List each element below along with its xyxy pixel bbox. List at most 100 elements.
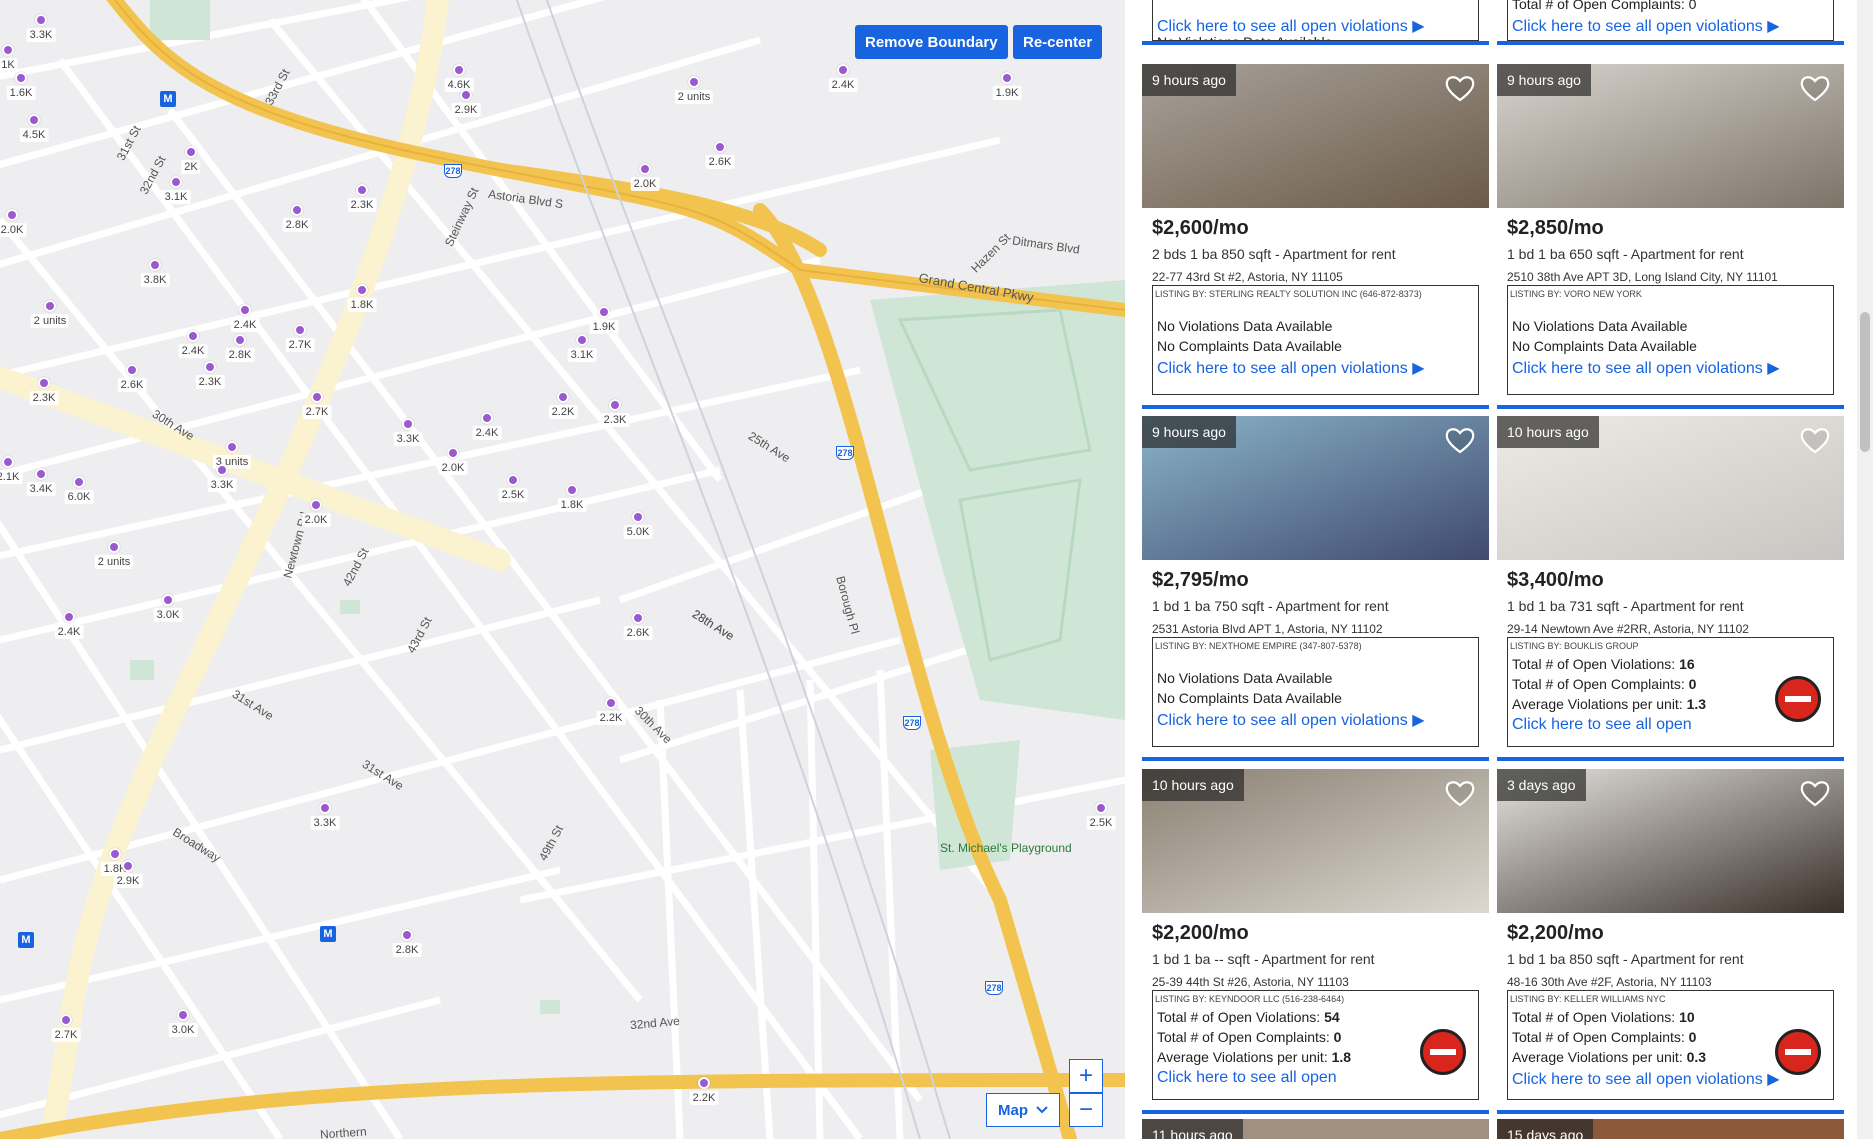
listing-card[interactable]: 10 hours ago $3,400/mo 1 bd 1 ba 731 sqf… [1497,416,1844,761]
listing-photo[interactable]: 10 hours ago [1142,769,1489,913]
map-pin[interactable] [356,284,368,296]
violations-link[interactable]: Click here to see all open violations ▶ [1153,708,1478,732]
listing-card-partial[interactable]: Total # of Open Complaints: 0 Click here… [1497,0,1844,45]
map-pin[interactable] [319,802,331,814]
map-pin[interactable] [108,541,120,553]
heart-icon[interactable] [1800,426,1830,454]
map-pin[interactable] [576,334,588,346]
map-pin[interactable] [149,259,161,271]
map-pin[interactable] [294,324,306,336]
listing-photo[interactable]: 9 hours ago [1497,64,1844,208]
remove-boundary-button[interactable]: Remove Boundary [855,25,1008,59]
map-pin-price[interactable]: 2.9K [451,103,481,117]
map-pin-price[interactable]: 2.7K [285,338,315,352]
listing-photo[interactable]: 9 hours ago [1142,416,1489,560]
map-pin-price[interactable]: 2.0K [438,461,468,475]
map-pin-price[interactable]: 2.2K [596,711,626,725]
map-pin[interactable] [15,72,27,84]
listings-panel[interactable]: Click here to see all open violations ▶ … [1125,0,1873,1139]
map-pin-price[interactable]: 3.3K [310,816,340,830]
violations-link[interactable]: Click here to see all open violations ▶ [1153,356,1478,380]
heart-icon[interactable] [1800,74,1830,102]
map-pin[interactable] [698,1077,710,1089]
map-pin[interactable] [226,441,238,453]
map-pin-price[interactable]: 2.5K [498,488,528,502]
map-pin-price[interactable]: 2.3K [195,375,225,389]
map-pin-price[interactable]: 2.4K [54,625,84,639]
listing-photo[interactable]: 9 hours ago [1142,64,1489,208]
listing-address[interactable]: 22-77 43rd St #2, Astoria, NY 11105 [1152,270,1343,284]
map-pin-price[interactable]: 3.3K [393,432,423,446]
listing-price[interactable]: $2,850/mo [1507,217,1604,240]
map-pin[interactable] [402,418,414,430]
map-pin-price[interactable]: 2.4K [230,318,260,332]
map-pin[interactable] [609,399,621,411]
map-pin[interactable] [311,391,323,403]
listing-card[interactable]: 10 hours ago $2,200/mo 1 bd 1 ba -- sqft… [1142,769,1489,1114]
map-pin-price[interactable]: 2.0K [0,223,27,237]
map-pin[interactable] [401,929,413,941]
map-pin-price[interactable]: 1K [0,58,18,72]
map-pin[interactable] [60,1014,72,1026]
map-pin[interactable] [6,209,18,221]
map-pin-price[interactable]: 6.0K [64,490,94,504]
map-pin-price[interactable]: 3.0K [168,1023,198,1037]
heart-icon[interactable] [1445,426,1475,454]
listing-card[interactable]: 3 days ago $2,200/mo 1 bd 1 ba 850 sqft … [1497,769,1844,1114]
map-pin-price[interactable]: 2 units [94,555,134,569]
map-pin-price[interactable]: 2.8K [225,348,255,362]
violations-link[interactable]: Click here to see all open violations ▶ [1508,356,1833,380]
subway-icon[interactable]: M [160,91,176,107]
map-pin[interactable] [557,391,569,403]
map-pin[interactable] [356,184,368,196]
listing-photo[interactable]: 10 hours ago [1497,416,1844,560]
zoom-in-button[interactable]: + [1069,1059,1103,1093]
listing-card-partial[interactable]: 11 hours ago [1142,1119,1489,1139]
map-pin[interactable] [239,304,251,316]
map-pin[interactable] [453,64,465,76]
map-pin-price[interactable]: 2.7K [302,405,332,419]
map-pin[interactable] [447,447,459,459]
map-pin[interactable] [2,456,14,468]
map-pin[interactable] [109,848,121,860]
map-pin[interactable] [177,1009,189,1021]
map-pin-price[interactable]: 2.5K [1086,816,1116,830]
map-pin[interactable] [310,499,322,511]
map-pin[interactable] [632,612,644,624]
listing-address[interactable]: 29-14 Newtown Ave #2RR, Astoria, NY 1110… [1507,622,1749,636]
map-pin-price[interactable]: 2.2K [689,1091,719,1105]
map-pin-price[interactable]: 2.1K [0,470,23,484]
map-pin[interactable] [598,306,610,318]
map-pin-price[interactable]: 1.8K [347,298,377,312]
map-pin[interactable] [481,412,493,424]
map-pin-price[interactable]: 3.1K [567,348,597,362]
map-pin-price[interactable]: 2.9K [113,874,143,888]
map-pin-price[interactable]: 2.2K [548,405,578,419]
map-pin[interactable] [204,361,216,373]
map-pin-price[interactable]: 2.0K [301,513,331,527]
map-pin-price[interactable]: 2.3K [600,413,630,427]
map-pin-price[interactable]: 1.8K [557,498,587,512]
map-pin-price[interactable]: 3.3K [207,478,237,492]
map-pin[interactable] [688,76,700,88]
map-pin[interactable] [632,511,644,523]
map-pin[interactable] [1001,72,1013,84]
listing-price[interactable]: $2,200/mo [1152,922,1249,945]
subway-icon[interactable]: M [320,926,336,942]
map-pin-price[interactable]: 2.3K [347,198,377,212]
map-pin[interactable] [234,334,246,346]
listing-photo[interactable]: 3 days ago [1497,769,1844,913]
map-pin[interactable] [837,64,849,76]
map-pin[interactable] [35,468,47,480]
map-pin-price[interactable]: 2.8K [392,943,422,957]
map-pin[interactable] [73,476,85,488]
scrollbar-thumb[interactable] [1860,312,1870,452]
map-pin[interactable] [2,44,14,56]
map-pin[interactable] [126,364,138,376]
map-pin-price[interactable]: 2.6K [117,378,147,392]
map-pin-price[interactable]: 1.9K [992,86,1022,100]
map-pin-price[interactable]: 1.9K [589,320,619,334]
listing-card[interactable]: 9 hours ago $2,600/mo 2 bds 1 ba 850 sqf… [1142,64,1489,409]
map-pin[interactable] [714,141,726,153]
map-pin-price[interactable]: 1.6K [6,86,36,100]
